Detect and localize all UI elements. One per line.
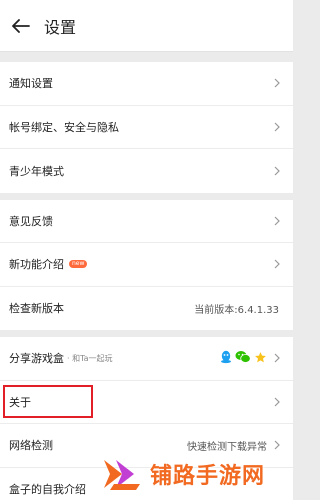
row-label: 帐号绑定、安全与隐私	[9, 120, 119, 134]
settings-group-app: 意见反馈 新功能介绍 new 检查新版本 当前版本:6.4.1.33	[0, 199, 293, 330]
row-account-security-privacy[interactable]: 帐号绑定、安全与隐私	[0, 105, 293, 149]
watermark-logo-icon	[104, 460, 140, 490]
page-title: 设置	[44, 17, 77, 37]
row-about[interactable]: 关于	[0, 380, 293, 424]
row-teen-mode[interactable]: 青少年模式	[0, 149, 293, 193]
qq-icon[interactable]	[220, 349, 232, 368]
settings-screen: 设置 通知设置 帐号绑定、安全与隐私 青少年模式 意见反馈 新功能介绍 new …	[0, 0, 293, 500]
row-check-update[interactable]: 检查新版本 当前版本:6.4.1.33	[0, 286, 293, 330]
back-arrow-icon[interactable]	[10, 15, 32, 37]
row-share-game-box[interactable]: 分享游戏盒 · 和Ta一起玩	[0, 337, 293, 381]
chevron-right-icon	[273, 165, 281, 177]
section-gap	[0, 330, 293, 337]
row-label: 网络检测	[9, 439, 53, 453]
current-version-value: 当前版本:6.4.1.33	[194, 304, 279, 316]
row-label: 检查新版本	[9, 302, 64, 316]
row-label: 盒子的自我介绍	[9, 483, 86, 497]
row-label: 意见反馈	[9, 214, 53, 228]
chevron-right-icon	[273, 215, 281, 227]
chevron-right-icon	[273, 77, 281, 89]
top-bar: 设置	[0, 0, 293, 52]
wechat-icon[interactable]	[235, 349, 251, 368]
share-icons	[220, 349, 267, 368]
new-badge: new	[69, 260, 88, 269]
row-label: 青少年模式	[9, 164, 64, 178]
row-subtitle: · 和Ta一起玩	[67, 353, 113, 363]
row-notification-settings[interactable]: 通知设置	[0, 62, 293, 106]
chevron-right-icon	[273, 258, 281, 270]
chevron-right-icon	[273, 352, 281, 364]
chevron-right-icon	[273, 121, 281, 133]
section-gap	[0, 192, 293, 200]
highlight-annotation-box	[3, 384, 93, 418]
watermark-text: 铺路手游网	[150, 464, 266, 489]
row-feedback[interactable]: 意见反馈	[0, 199, 293, 243]
row-new-features[interactable]: 新功能介绍 new	[0, 243, 293, 287]
chevron-right-icon	[273, 396, 281, 408]
section-gap	[0, 52, 293, 62]
row-label: 通知设置	[9, 77, 53, 91]
row-label: 新功能介绍	[9, 258, 64, 272]
row-label: 分享游戏盒	[9, 352, 64, 366]
settings-group-account: 通知设置 帐号绑定、安全与隐私 青少年模式	[0, 62, 293, 193]
qzone-star-icon[interactable]	[254, 349, 267, 368]
watermark: 铺路手游网	[100, 448, 293, 500]
